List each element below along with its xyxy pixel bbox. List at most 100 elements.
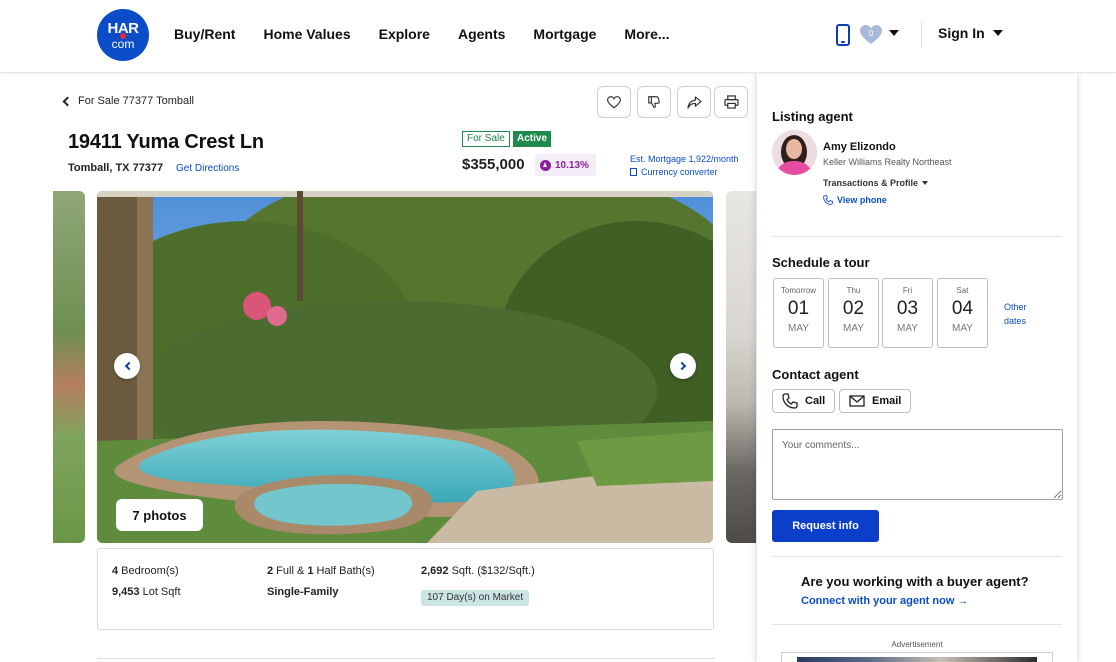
- mobile-app-icon[interactable]: [836, 24, 850, 46]
- dislike-button[interactable]: [637, 86, 671, 118]
- advertisement-banner[interactable]: [781, 652, 1053, 662]
- pool-backyard-image: [97, 191, 713, 543]
- other-dates-line1: Other: [1004, 302, 1027, 312]
- agent-avatar[interactable]: [772, 130, 817, 175]
- agent-side-panel: Listing agent Amy Elizondo Keller Willia…: [757, 73, 1077, 662]
- days-on-market-badge: 107 Day(s) on Market: [421, 590, 530, 606]
- get-directions-link[interactable]: Get Directions: [176, 163, 239, 174]
- currency-converter-link[interactable]: Currency converter: [630, 167, 718, 177]
- chevron-down-icon[interactable]: [889, 30, 899, 36]
- sqft-fact: 2,692 Sqft. ($132/Sqft.): [421, 565, 535, 577]
- main-listing-photo[interactable]: [97, 191, 713, 543]
- listing-facts: 4 Bedroom(s) 2 Full & 1 Half Bath(s) 2,6…: [97, 548, 714, 630]
- favorite-button[interactable]: [597, 86, 631, 118]
- sqft-value: 2,692: [421, 565, 449, 577]
- call-label: Call: [805, 395, 826, 407]
- sign-in-label: Sign In: [938, 25, 985, 41]
- panel-divider: [772, 236, 1062, 237]
- request-info-button[interactable]: Request info: [772, 510, 879, 542]
- panel-divider: [772, 624, 1062, 625]
- tour-day-month: MAY: [897, 323, 918, 334]
- favorites-heart-icon[interactable]: 0: [859, 24, 883, 46]
- main-nav: Buy/Rent Home Values Explore Agents Mort…: [174, 26, 670, 42]
- status-type-badge: For Sale: [462, 131, 510, 147]
- tour-day-name: Tomorrow: [780, 286, 817, 295]
- lot-fact: 9,453 Lot Sqft: [112, 586, 181, 598]
- tour-day-tomorrow[interactable]: Tomorrow 01 MAY: [773, 278, 824, 348]
- tour-day-month: MAY: [843, 323, 864, 334]
- tour-day-fri[interactable]: Fri 03 MAY: [882, 278, 933, 348]
- logo-text-bottom: com: [111, 37, 135, 51]
- est-mortgage-link[interactable]: Est. Mortgage 1,922/month: [630, 154, 739, 164]
- property-type-value: Single-Family: [267, 586, 339, 598]
- favorites-count: 0: [868, 29, 874, 38]
- tour-day-date: 01: [787, 298, 810, 319]
- agent-company: Keller Williams Realty Northeast: [823, 157, 952, 167]
- schedule-tour-heading: Schedule a tour: [772, 255, 870, 270]
- panel-divider: [772, 556, 1062, 557]
- contact-agent-heading: Contact agent: [772, 367, 859, 382]
- listing-city: Tomball, TX 77377: [68, 162, 164, 174]
- price-change-badge: 10.13%: [535, 154, 596, 176]
- half-bath-label: Half Bath(s): [313, 565, 375, 577]
- sqft-label: Sqft. ($132/Sqft.): [448, 565, 535, 577]
- share-icon: [686, 95, 702, 109]
- chevron-down-icon: [922, 181, 929, 185]
- baths-fact: 2 Full & 1 Half Bath(s): [267, 565, 375, 577]
- tour-day-date: 03: [896, 298, 919, 319]
- envelope-icon: [849, 395, 865, 407]
- agent-name[interactable]: Amy Elizondo: [823, 141, 896, 153]
- tour-day-name: Sat: [956, 286, 969, 295]
- har-logo[interactable]: HAR com: [97, 9, 149, 61]
- nav-more[interactable]: More...: [624, 26, 669, 42]
- nav-buy-rent[interactable]: Buy/Rent: [174, 26, 235, 42]
- gallery-prev-button[interactable]: [114, 353, 140, 379]
- view-phone-link[interactable]: View phone: [823, 195, 887, 205]
- gallery-next-button[interactable]: [670, 353, 696, 379]
- buyer-agent-question: Are you working with a buyer agent?: [801, 574, 1029, 589]
- email-label: Email: [872, 395, 902, 407]
- tour-day-name: Fri: [902, 286, 913, 295]
- nav-agents[interactable]: Agents: [458, 26, 505, 42]
- email-button[interactable]: Email: [839, 389, 912, 413]
- previous-photo-preview[interactable]: [53, 191, 85, 543]
- call-button[interactable]: Call: [772, 389, 836, 413]
- currency-converter-label: Currency converter: [641, 167, 718, 177]
- chevron-left-icon: [124, 361, 133, 371]
- nav-home-values[interactable]: Home Values: [263, 26, 350, 42]
- tour-day-thu[interactable]: Thu 02 MAY: [828, 278, 879, 348]
- other-dates-link[interactable]: Other dates: [1004, 300, 1027, 328]
- advertisement-label: Advertisement: [891, 640, 943, 649]
- sign-in-button[interactable]: Sign In: [938, 25, 1003, 41]
- arrow-up-icon: [540, 159, 551, 171]
- tour-day-sat[interactable]: Sat 04 MAY: [937, 278, 988, 348]
- property-type: Single-Family: [267, 586, 339, 598]
- lot-value: 9,453: [112, 586, 140, 598]
- section-divider: [97, 658, 714, 659]
- phone-icon: [823, 195, 833, 205]
- lot-label: Lot Sqft: [139, 586, 181, 598]
- transactions-profile-dropdown[interactable]: Transactions & Profile: [823, 178, 929, 188]
- nav-explore[interactable]: Explore: [379, 26, 430, 42]
- tour-day-month: MAY: [952, 323, 973, 334]
- listing-price: $355,000: [462, 156, 525, 173]
- other-dates-line2: dates: [1004, 316, 1027, 326]
- comments-textarea[interactable]: [772, 429, 1063, 500]
- connect-agent-link[interactable]: Connect with your agent now →: [801, 595, 968, 607]
- thumbs-down-icon: [648, 96, 660, 108]
- share-button[interactable]: [677, 86, 711, 118]
- tour-day-name: Thu: [846, 286, 861, 295]
- print-button[interactable]: [714, 86, 748, 118]
- breadcrumb-back-link[interactable]: For Sale 77377 Tomball: [62, 95, 194, 107]
- printer-icon: [723, 95, 739, 109]
- nav-mortgage[interactable]: Mortgage: [533, 26, 596, 42]
- chevron-right-icon: [677, 361, 686, 371]
- tour-day-date: 02: [842, 298, 865, 319]
- tour-day-month: MAY: [788, 323, 809, 334]
- listing-agent-heading: Listing agent: [772, 109, 853, 124]
- phone-icon: [782, 393, 798, 409]
- photos-count-button[interactable]: 7 photos: [116, 499, 203, 531]
- header-divider: [921, 22, 922, 48]
- next-photo-preview[interactable]: [726, 191, 756, 543]
- listing-address: 19411 Yuma Crest Ln: [68, 131, 264, 153]
